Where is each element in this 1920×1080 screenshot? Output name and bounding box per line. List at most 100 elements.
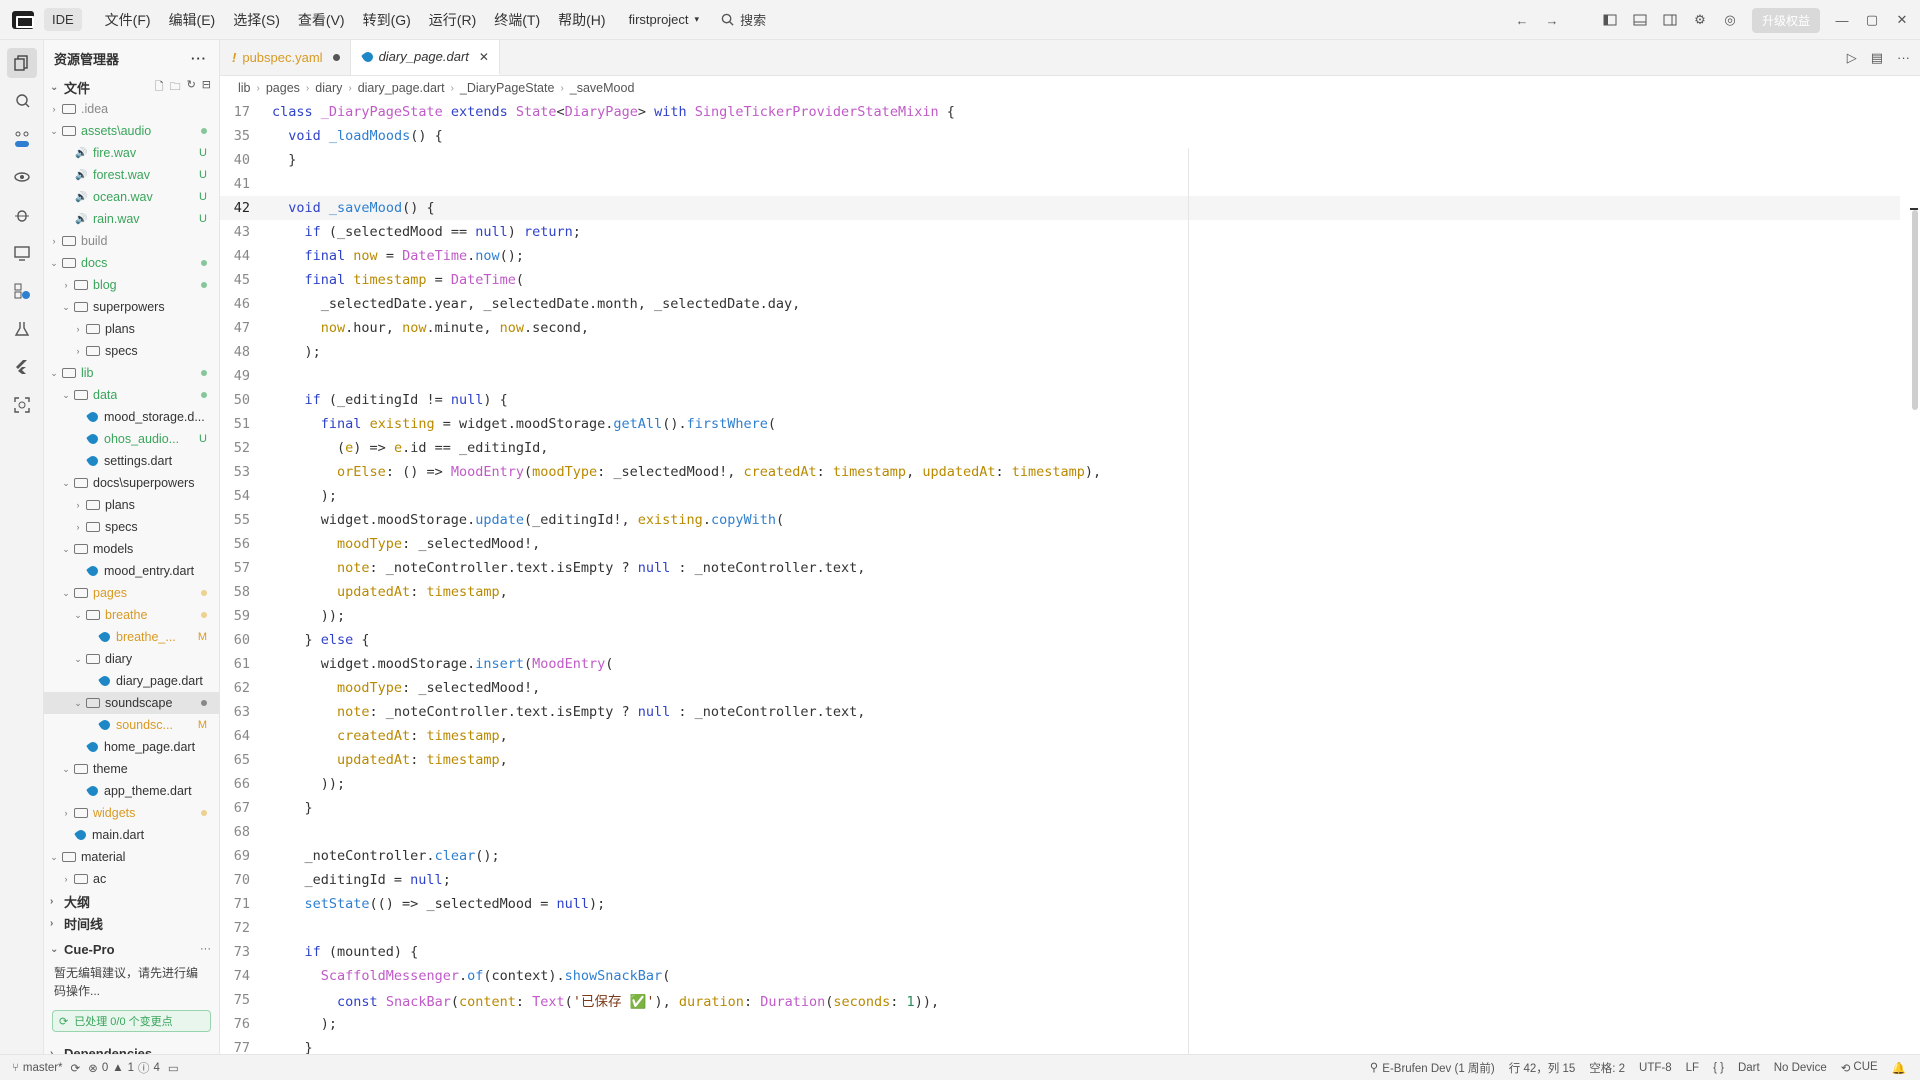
code-line[interactable]: 75 const SnackBar(content: Text('已保存 ✅')…: [220, 988, 1900, 1012]
encoding[interactable]: UTF-8: [1639, 1062, 1672, 1074]
tree-folder[interactable]: › widgets: [44, 802, 219, 824]
tree-file[interactable]: app_theme.dart: [44, 780, 219, 802]
tree-file[interactable]: ohos_audio... U: [44, 428, 219, 450]
code-line[interactable]: 45 final timestamp = DateTime(: [220, 268, 1900, 292]
testing-icon[interactable]: [7, 314, 37, 344]
menu-item[interactable]: 编辑(E): [160, 10, 225, 30]
tree-file[interactable]: 🔊 forest.wav U: [44, 164, 219, 186]
line-ending[interactable]: LF: [1686, 1062, 1699, 1074]
code-line[interactable]: 53 orElse: () => MoodEntry(moodType: _se…: [220, 460, 1900, 484]
ide-menu-button[interactable]: IDE: [44, 8, 82, 31]
tree-folder[interactable]: ⌄ data: [44, 384, 219, 406]
code-line[interactable]: 48 );: [220, 340, 1900, 364]
collapse-all-icon[interactable]: ⊟: [202, 78, 211, 97]
tree-file[interactable]: settings.dart: [44, 450, 219, 472]
code-line[interactable]: 62 moodType: _selectedMood!,: [220, 676, 1900, 700]
upgrade-button[interactable]: 升级权益: [1751, 7, 1820, 33]
new-file-icon[interactable]: 🗋: [155, 78, 164, 97]
scan-icon[interactable]: [7, 390, 37, 420]
cue-pro-section-header[interactable]: ⌄ Cue-Pro ···: [44, 938, 219, 960]
refresh-icon[interactable]: ↻: [187, 78, 196, 97]
tree-folder[interactable]: ⌄ diary: [44, 648, 219, 670]
code-line[interactable]: 17 class _DiaryPageState extends State<Di…: [220, 100, 1900, 124]
flutter-icon[interactable]: [7, 352, 37, 382]
toggle-sidebar-icon[interactable]: [1602, 12, 1618, 28]
debug-icon[interactable]: [7, 200, 37, 230]
code-line[interactable]: 59 ));: [220, 604, 1900, 628]
code-editor[interactable]: 17 class _DiaryPageState extends State<Di…: [220, 100, 1900, 1054]
minimize-icon[interactable]: —: [1834, 12, 1850, 28]
extensions-icon[interactable]: [7, 276, 37, 306]
back-arrow-icon[interactable]: ←: [1514, 12, 1530, 28]
code-line[interactable]: 54 );: [220, 484, 1900, 508]
breadcrumb-item[interactable]: _DiaryPageState: [460, 81, 555, 95]
menu-item[interactable]: 查看(V): [289, 10, 354, 30]
tree-folder[interactable]: ⌄ pages: [44, 582, 219, 604]
tree-folder[interactable]: ⌄ assets\audio: [44, 120, 219, 142]
code-line[interactable]: 66 ));: [220, 772, 1900, 796]
more-actions-icon[interactable]: ···: [191, 51, 207, 66]
code-line[interactable]: 63 note: _noteController.text.isEmpty ? …: [220, 700, 1900, 724]
code-line[interactable]: 58 updatedAt: timestamp,: [220, 580, 1900, 604]
tree-file[interactable]: breathe_... M: [44, 626, 219, 648]
tree-folder[interactable]: › plans: [44, 494, 219, 516]
code-line[interactable]: 40 }: [220, 148, 1900, 172]
new-folder-icon[interactable]: 🗀: [170, 78, 181, 97]
tree-file[interactable]: mood_storage.d...: [44, 406, 219, 428]
menu-item[interactable]: 选择(S): [224, 10, 289, 30]
code-line[interactable]: 71 setState(() => _selectedMood = null);: [220, 892, 1900, 916]
tree-file[interactable]: soundsc... M: [44, 714, 219, 736]
code-line[interactable]: 47 now.hour, now.minute, now.second,: [220, 316, 1900, 340]
code-line[interactable]: 61 widget.moodStorage.insert(MoodEntry(: [220, 652, 1900, 676]
indentation[interactable]: 空格: 2: [1589, 1060, 1625, 1076]
tree-folder[interactable]: › specs: [44, 516, 219, 538]
code-line[interactable]: 77 }: [220, 1036, 1900, 1054]
code-line[interactable]: 55 widget.moodStorage.update(_editingId!…: [220, 508, 1900, 532]
tree-folder[interactable]: ⌄ docs: [44, 252, 219, 274]
tree-file[interactable]: home_page.dart: [44, 736, 219, 758]
layout-icon[interactable]: [1662, 12, 1678, 28]
toggle-panel-icon[interactable]: [1632, 12, 1648, 28]
tree-folder[interactable]: ⌄ docs\superpowers: [44, 472, 219, 494]
code-line[interactable]: 50 if (_editingId != null) {: [220, 388, 1900, 412]
forward-arrow-icon[interactable]: →: [1544, 12, 1560, 28]
tree-folder[interactable]: › plans: [44, 318, 219, 340]
problems-item[interactable]: ⊗ 0 ▲ 1 ⓘ 4: [88, 1060, 160, 1076]
tab-diary-page-dart[interactable]: diary_page.dart ✕: [350, 40, 500, 75]
menu-item[interactable]: 运行(R): [420, 10, 485, 30]
language-mode[interactable]: Dart: [1738, 1062, 1760, 1074]
explorer-icon[interactable]: [6, 48, 37, 78]
tree-folder[interactable]: › blog: [44, 274, 219, 296]
cursor-position[interactable]: 行 42，列 15: [1509, 1060, 1575, 1076]
code-line[interactable]: 68: [220, 820, 1900, 844]
code-line[interactable]: 57 note: _noteController.text.isEmpty ? …: [220, 556, 1900, 580]
terminal-icon[interactable]: ▭: [168, 1061, 179, 1075]
code-line[interactable]: 65 updatedAt: timestamp,: [220, 748, 1900, 772]
breadcrumb-item[interactable]: diary_page.dart: [358, 81, 445, 95]
menu-item[interactable]: 文件(F): [96, 10, 160, 30]
code-line[interactable]: 76 );: [220, 1012, 1900, 1036]
project-selector[interactable]: firstproject ▾: [629, 12, 700, 27]
dependencies-section-header[interactable]: › Dependencies: [44, 1042, 219, 1055]
remote-icon[interactable]: [7, 238, 37, 268]
tree-folder[interactable]: ⌄ models: [44, 538, 219, 560]
tree-folder[interactable]: ⌄ material: [44, 846, 219, 868]
code-line[interactable]: 46 _selectedDate.year, _selectedDate.mon…: [220, 292, 1900, 316]
code-line[interactable]: 74 ScaffoldMessenger.of(context).showSna…: [220, 964, 1900, 988]
breadcrumb-item[interactable]: _saveMood: [570, 81, 635, 95]
close-icon[interactable]: ✕: [1894, 12, 1910, 28]
breadcrumb-item[interactable]: pages: [266, 81, 300, 95]
braces-item[interactable]: { }: [1713, 1062, 1724, 1074]
more-actions-icon[interactable]: ···: [1897, 50, 1910, 66]
tree-folder[interactable]: ⌄ lib: [44, 362, 219, 384]
command-search[interactable]: 搜索: [721, 10, 766, 29]
code-line[interactable]: 70 _editingId = null;: [220, 868, 1900, 892]
code-line[interactable]: 51 final existing = widget.moodStorage.g…: [220, 412, 1900, 436]
notifications-icon[interactable]: 🔔: [1892, 1061, 1906, 1075]
tree-file[interactable]: mood_entry.dart: [44, 560, 219, 582]
tab-pubspec-yaml[interactable]: ! pubspec.yaml: [220, 40, 351, 75]
code-line[interactable]: 56 moodType: _selectedMood!,: [220, 532, 1900, 556]
run-icon[interactable]: ▷: [1847, 50, 1857, 66]
code-line[interactable]: 42 void _saveMood() {: [220, 196, 1900, 220]
code-line[interactable]: 52 (e) => e.id == _editingId,: [220, 436, 1900, 460]
